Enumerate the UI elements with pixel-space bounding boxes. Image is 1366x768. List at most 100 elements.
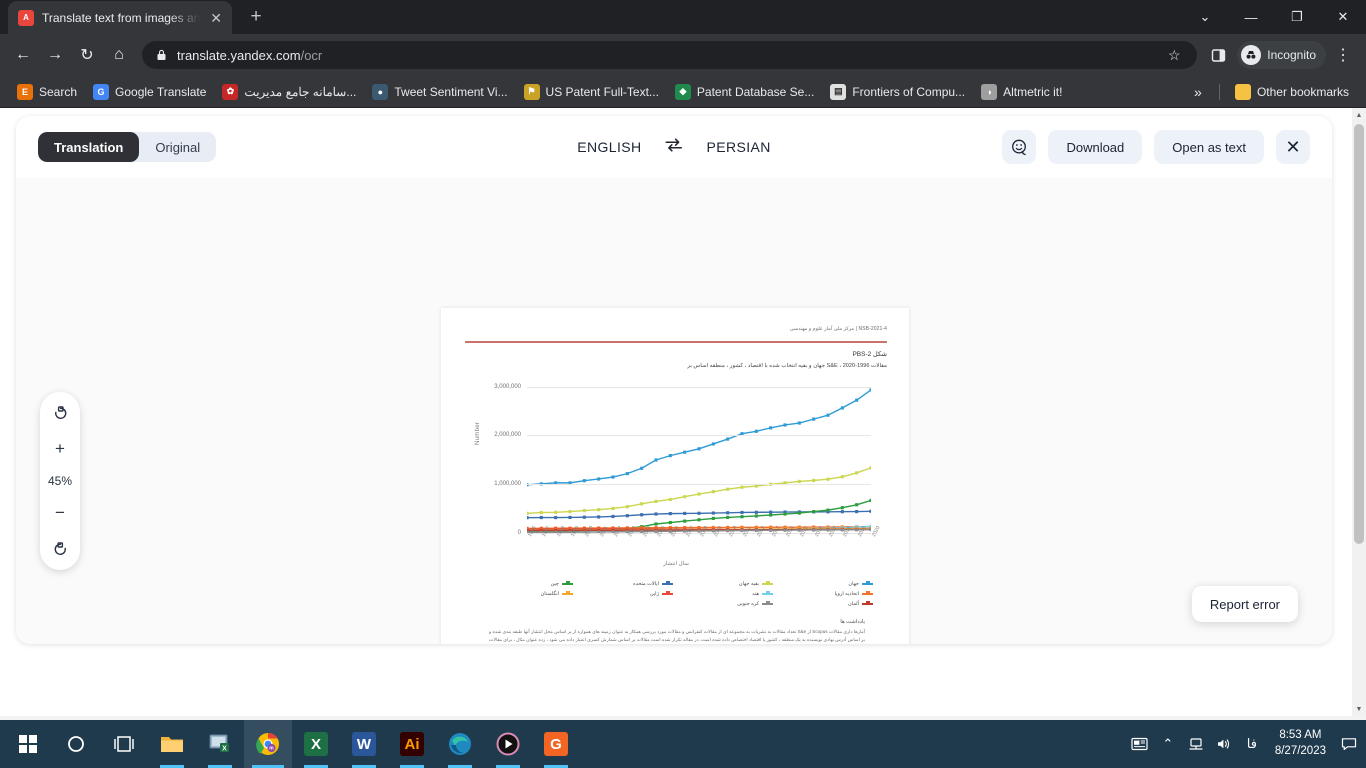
taskbar-start-button[interactable]: [4, 720, 52, 768]
profile-label: Incognito: [1267, 48, 1316, 62]
other-bookmarks-button[interactable]: Other bookmarks: [1228, 81, 1356, 103]
svg-text:m: m: [269, 746, 274, 752]
taskbar-search-button[interactable]: [52, 720, 100, 768]
home-button[interactable]: ⌂: [104, 40, 134, 70]
bookmark-item[interactable]: E Search: [10, 81, 84, 103]
show-hidden-icons-chevron[interactable]: ⌃: [1155, 720, 1181, 768]
chart-gridline: [527, 386, 871, 388]
chart-data-point: [640, 501, 644, 505]
reload-button[interactable]: ↻: [72, 40, 102, 70]
profile-chip[interactable]: Incognito: [1237, 41, 1326, 69]
document-page[interactable]: NSB-2021-4 | مرکز ملی آمار علوم و مهندسی…: [441, 308, 909, 644]
bookmark-item[interactable]: ▤ Frontiers of Compu...: [823, 81, 972, 103]
other-bookmarks-label: Other bookmarks: [1256, 84, 1349, 99]
taskbar-chrome[interactable]: m: [244, 720, 292, 768]
scroll-up-arrow[interactable]: ▲: [1352, 108, 1366, 122]
tab-translation[interactable]: Translation: [38, 132, 140, 162]
volume-icon[interactable]: [1211, 720, 1237, 768]
target-language[interactable]: PERSIAN: [707, 139, 771, 155]
window-controls: ⌄ — ❐ ✕: [1182, 0, 1366, 34]
network-icon[interactable]: [1183, 720, 1209, 768]
forward-button[interactable]: →: [40, 40, 70, 70]
open-as-text-button[interactable]: Open as text: [1154, 130, 1264, 164]
chart-data-point: [869, 387, 873, 392]
maximize-button[interactable]: ❐: [1274, 0, 1320, 34]
bookmark-item[interactable]: ✿ سامانه جامع مدیریت...: [215, 81, 363, 103]
bookmark-item[interactable]: ⚑ US Patent Full-Text...: [517, 81, 666, 103]
bookmark-favicon-icon: ⚑: [523, 83, 540, 100]
download-button[interactable]: Download: [1048, 130, 1143, 164]
close-tab-icon[interactable]: ✕: [208, 9, 224, 27]
chart-data-point: [754, 510, 758, 514]
chart-y-axis-label: Number: [475, 421, 481, 445]
side-panel-icon[interactable]: [1205, 42, 1231, 68]
chart-svg: [525, 387, 873, 534]
address-bar[interactable]: translate.yandex.com/ocr ☆: [142, 41, 1198, 69]
chart-data-point: [826, 508, 830, 512]
scrollbar-thumb[interactable]: [1354, 124, 1364, 544]
bookmark-favicon-icon: ●: [372, 83, 389, 100]
back-button[interactable]: ←: [8, 40, 38, 70]
chart-data-point: [525, 515, 529, 519]
browser-tab[interactable]: A Translate text from images and p ✕: [8, 1, 232, 34]
page-scrollbar[interactable]: ▲ ▼: [1352, 108, 1366, 716]
task-view-button-icon: [113, 735, 135, 753]
rotate-right-icon[interactable]: [47, 538, 73, 560]
chart-data-point: [697, 511, 701, 515]
legend-item: هند: [679, 591, 773, 597]
chart-y-tick-label: 3,000,000: [494, 383, 521, 390]
close-window-button[interactable]: ✕: [1320, 0, 1366, 34]
translator-header: Translation Original ENGLISH PERSIAN Dow…: [16, 116, 1332, 178]
news-weather-icon[interactable]: [1127, 720, 1153, 768]
taskbar-excel[interactable]: X: [292, 720, 340, 768]
chart-data-point: [812, 478, 816, 482]
bookmark-label: Patent Database Se...: [696, 84, 815, 99]
taskbar-excel-shortcut[interactable]: X: [196, 720, 244, 768]
bookmark-item[interactable]: G Google Translate: [86, 81, 213, 103]
taskbar-task-view-button[interactable]: [100, 720, 148, 768]
bookmark-item[interactable]: ● Tweet Sentiment Vi...: [365, 81, 514, 103]
legend-label: کره جنوبی: [737, 600, 759, 607]
chart-data-point: [611, 514, 615, 518]
zoom-in-button[interactable]: +: [47, 438, 73, 460]
bookmark-star-icon[interactable]: ☆: [1161, 42, 1187, 68]
minimize-button[interactable]: —: [1228, 0, 1274, 34]
document-area: + 45% − NSB-2021-4 | مرکز ملی آمار علوم …: [16, 178, 1332, 644]
close-translator-icon[interactable]: ✕: [1276, 130, 1310, 164]
report-error-button[interactable]: Report error: [1191, 586, 1298, 622]
source-language[interactable]: ENGLISH: [577, 139, 641, 155]
chart-gridline: [527, 435, 871, 437]
legend-label: هند: [752, 590, 759, 597]
bookmarks-overflow-icon[interactable]: »: [1185, 79, 1211, 105]
taskbar-word[interactable]: W: [340, 720, 388, 768]
clock[interactable]: 8:53 AM 8/27/2023: [1267, 720, 1334, 768]
taskbar-edge[interactable]: [436, 720, 484, 768]
scroll-down-arrow[interactable]: ▼: [1352, 702, 1366, 716]
chart-line-series: [527, 389, 871, 484]
zoom-out-button[interactable]: −: [47, 502, 73, 524]
bookmark-item[interactable]: ◑ Altmetric it!: [974, 81, 1069, 103]
language-indicator[interactable]: فا: [1239, 720, 1265, 768]
chart-data-point: [855, 470, 859, 474]
tab-search-icon[interactable]: ⌄: [1182, 0, 1228, 34]
legend-color-swatch: [762, 591, 773, 595]
chart-gridline: [527, 483, 871, 485]
chart-data-point: [812, 527, 816, 532]
taskbar-pdf-reader[interactable]: G: [532, 720, 580, 768]
taskbar-media-player[interactable]: [484, 720, 532, 768]
chart-data-point: [769, 510, 773, 514]
bookmark-item[interactable]: ◆ Patent Database Se...: [668, 81, 821, 103]
legend-color-swatch: [862, 591, 873, 595]
chart-data-point: [855, 509, 859, 513]
taskbar-illustrator[interactable]: Ai: [388, 720, 436, 768]
swap-languages-icon[interactable]: [665, 138, 683, 156]
new-tab-button[interactable]: +: [244, 5, 268, 29]
chrome-menu-button[interactable]: ⋮: [1328, 40, 1358, 70]
feedback-smiley-icon[interactable]: [1002, 130, 1037, 164]
action-center-icon[interactable]: [1336, 720, 1362, 768]
tab-original[interactable]: Original: [139, 132, 216, 162]
chart-data-point: [568, 509, 572, 513]
taskbar-file-explorer[interactable]: [148, 720, 196, 768]
rotate-left-icon[interactable]: [47, 402, 73, 424]
chart-data-point: [697, 491, 701, 496]
